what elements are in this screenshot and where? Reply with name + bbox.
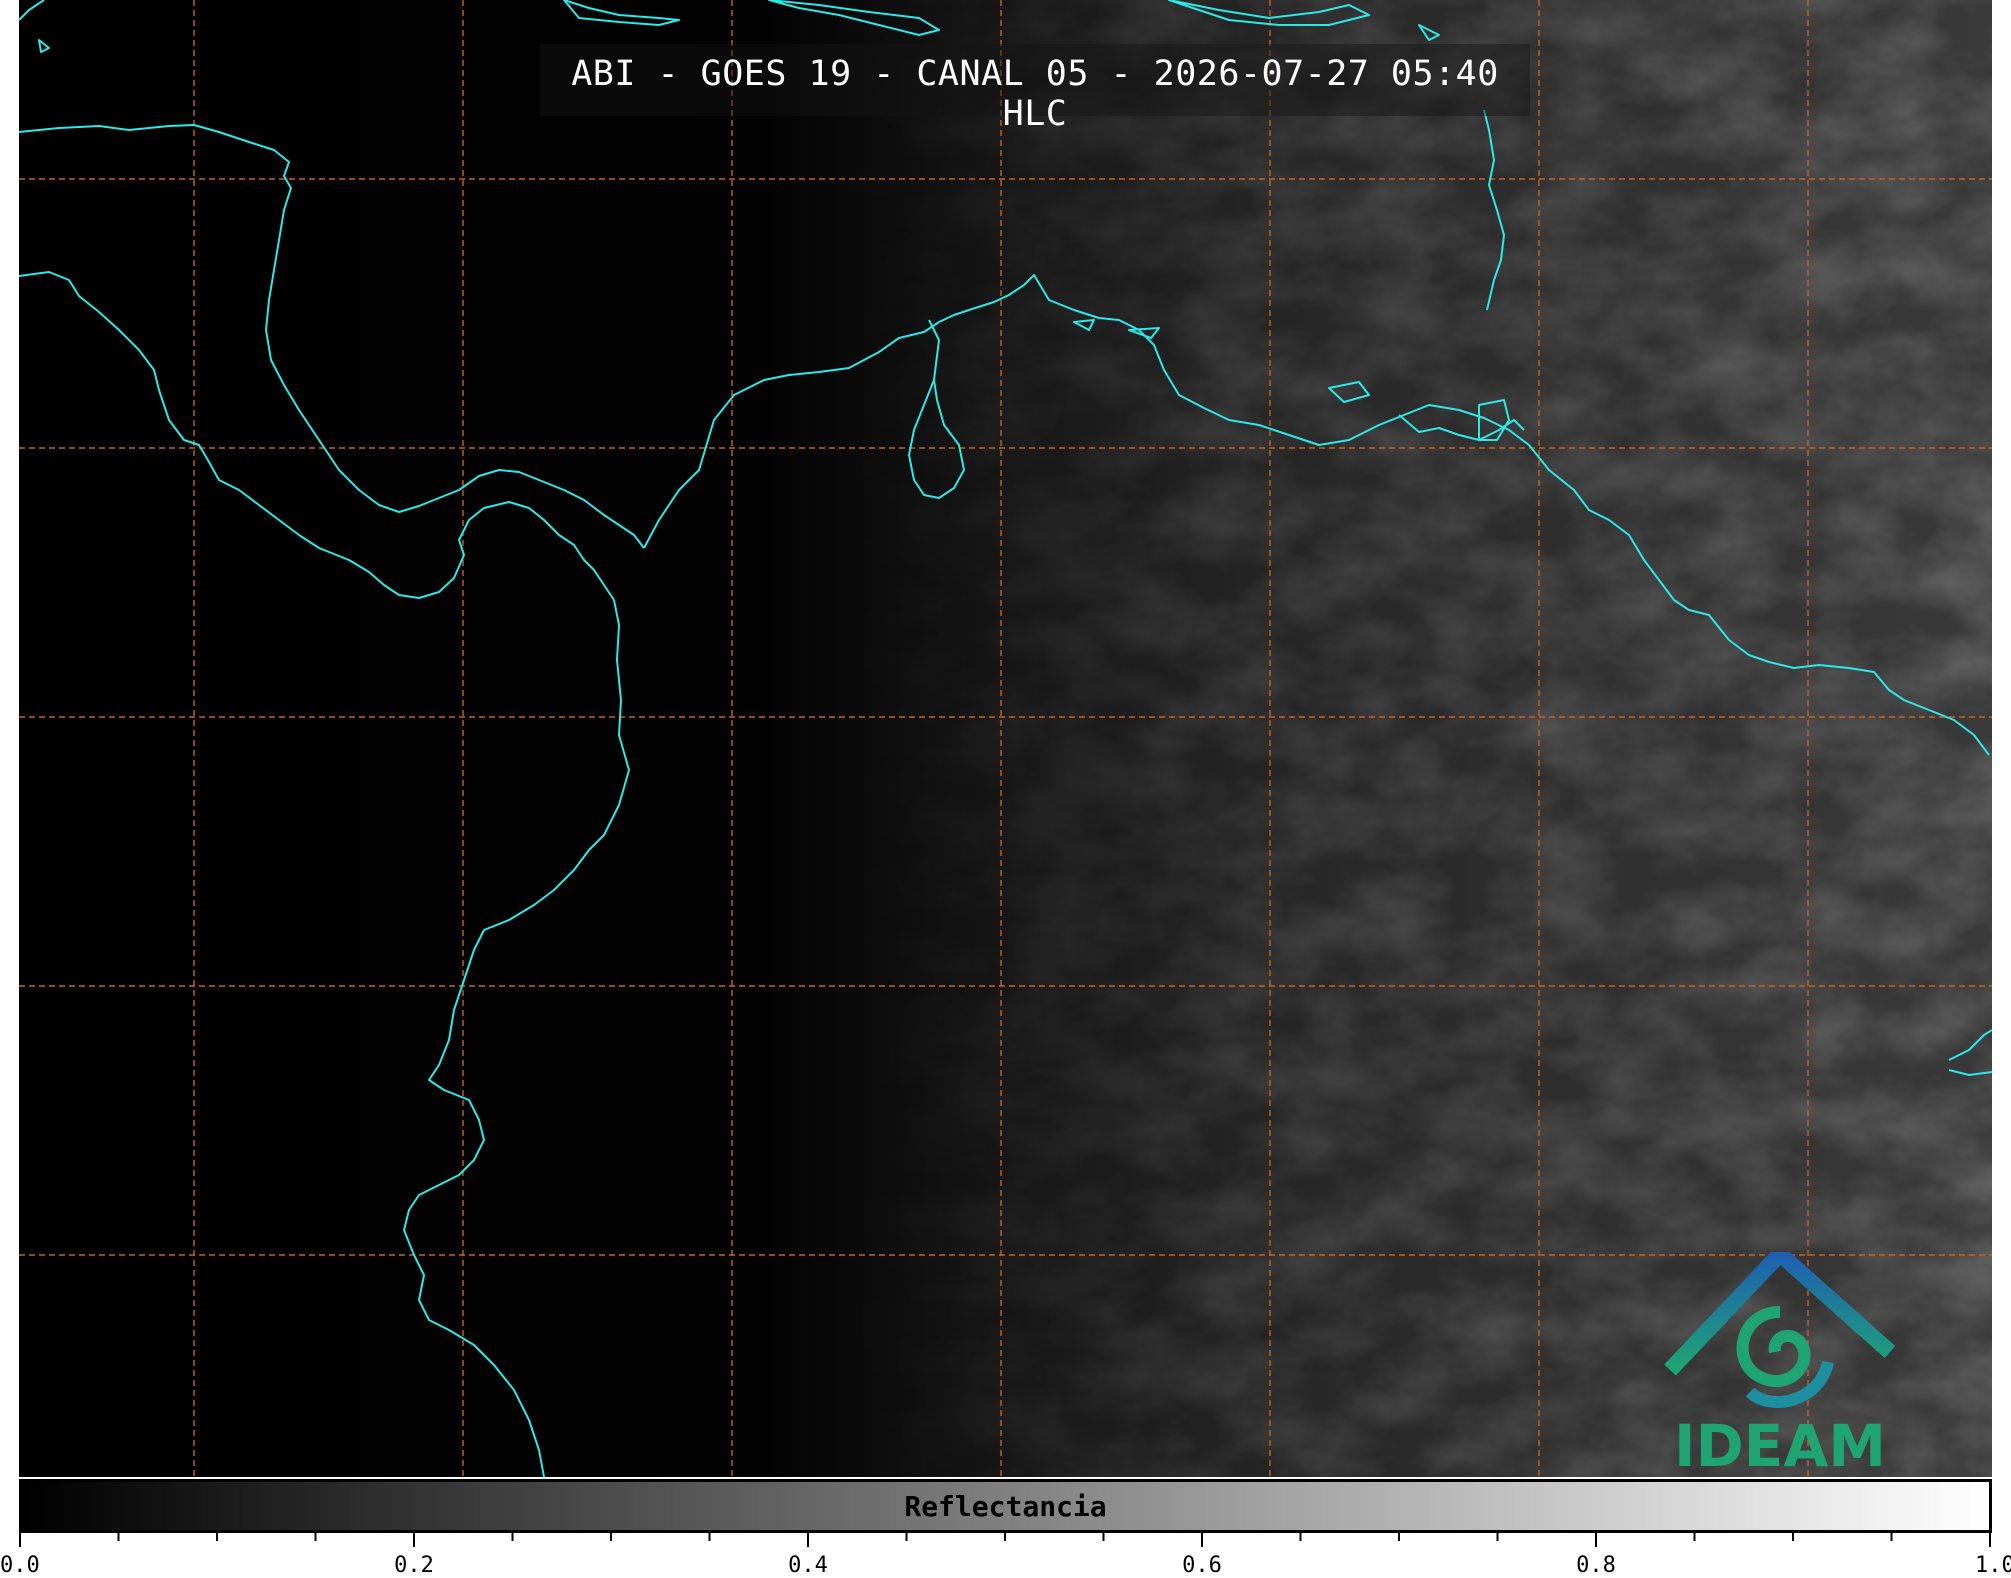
colorbar-tick-label: 0.2: [394, 1553, 434, 1578]
logo-wordmark: IDEAM: [1674, 1412, 1886, 1480]
colorbar-ticks: [19, 1533, 1991, 1547]
image-title: ABI - GOES 19 - CANAL 05 - 2026-07-27 05…: [571, 54, 1499, 134]
logo-spiral-icon: [1736, 1306, 1834, 1408]
colorbar-tick-label: 0.0: [0, 1553, 40, 1578]
colorbar-tick-label: 0.4: [788, 1553, 828, 1578]
colorbar-tick-label: 1.0: [1975, 1553, 2011, 1578]
colorbar-tick-label: 0.6: [1182, 1553, 1222, 1578]
colorbar-tick-label: 0.8: [1576, 1553, 1616, 1578]
colorbar-label: Reflectancia: [904, 1490, 1107, 1523]
